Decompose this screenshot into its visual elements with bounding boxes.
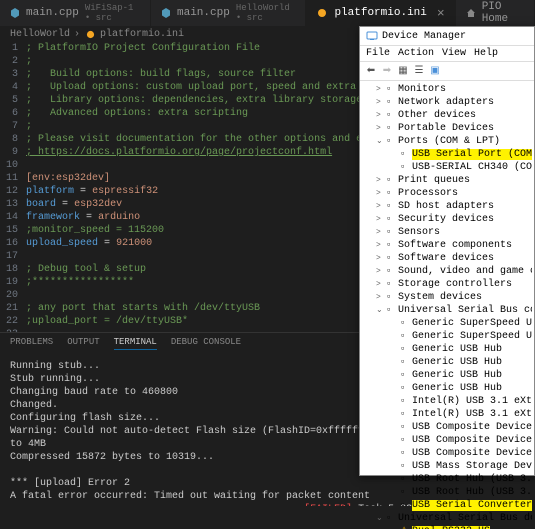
dm-tree-item[interactable]: >▫Sensors xyxy=(362,226,532,239)
dm-tree-item[interactable]: ▫USB Composite Device xyxy=(362,447,532,460)
panel-tab-terminal[interactable]: TERMINAL xyxy=(114,337,157,350)
code-content[interactable]: ; PlatformIO Project Configuration File;… xyxy=(26,42,404,332)
dm-tree-item[interactable]: ⌄▫Universal Serial Bus devices xyxy=(362,512,532,525)
cpp-icon xyxy=(161,7,171,19)
dm-tree-item[interactable]: ▫Generic SuperSpeed USB Hub xyxy=(362,330,532,343)
tab-sublabel: HelloWorld • src xyxy=(236,3,296,23)
close-icon[interactable]: × xyxy=(437,6,445,21)
dm-tree-item[interactable]: >▫SD host adapters xyxy=(362,200,532,213)
tab-label: PIO Home xyxy=(482,1,524,25)
device-manager-window[interactable]: Device Manager File Action View Help ⬅ ➡… xyxy=(359,26,535,476)
dm-tree-item[interactable]: ▫Intel(R) USB 3.1 eXtensible Host Cont xyxy=(362,395,532,408)
home-icon xyxy=(466,7,476,19)
editor-tab-bar: main.cpp WiFiSap-1 • src main.cpp HelloW… xyxy=(0,0,535,26)
forward-icon[interactable]: ➡ xyxy=(380,64,394,78)
tab-main-cpp-2[interactable]: main.cpp HelloWorld • src xyxy=(151,0,306,26)
dm-toolbar: ⬅ ➡ ▦ ☰ ▣ xyxy=(360,62,534,81)
dm-tree-item[interactable]: ▫USB Serial Port (COM26) xyxy=(362,148,532,161)
dm-tree-item[interactable]: >▫Security devices xyxy=(362,213,532,226)
dm-tree-item[interactable]: ▫USB Serial Converter B xyxy=(362,499,532,512)
dm-tree-item[interactable]: >▫Monitors xyxy=(362,83,532,96)
tab-label: main.cpp xyxy=(177,7,230,19)
ini-icon xyxy=(316,7,328,19)
dm-tree-item[interactable]: ▫Generic USB Hub xyxy=(362,356,532,369)
dm-tree-item[interactable]: >▫System devices xyxy=(362,291,532,304)
dm-tree-item[interactable]: ▫USB Root Hub (USB 3.0) xyxy=(362,486,532,499)
tab-main-cpp-1[interactable]: main.cpp WiFiSap-1 • src xyxy=(0,0,151,26)
dm-tree-item[interactable]: >▫Network adapters xyxy=(362,96,532,109)
dm-menu-bar: File Action View Help xyxy=(360,46,534,62)
dm-tree[interactable]: >▫Monitors>▫Network adapters>▫Other devi… xyxy=(360,81,534,529)
dm-menu-view[interactable]: View xyxy=(442,48,466,59)
dm-tree-item[interactable]: ▫USB-SERIAL CH340 (COM6) xyxy=(362,161,532,174)
dm-tree-item[interactable]: ▫Generic USB Hub xyxy=(362,343,532,356)
dm-title-text: Device Manager xyxy=(382,31,466,42)
dm-tree-item[interactable]: ▫Generic USB Hub xyxy=(362,369,532,382)
dm-menu-action[interactable]: Action xyxy=(398,48,434,59)
panel-tab-problems[interactable]: PROBLEMS xyxy=(10,337,53,350)
dm-tree-item[interactable]: >▫Storage controllers xyxy=(362,278,532,291)
dm-tree-item[interactable]: ⚠Dual RS232-HS xyxy=(362,525,532,529)
dm-tree-item[interactable]: ▫USB Mass Storage Device xyxy=(362,460,532,473)
breadcrumb-file[interactable]: platformio.ini xyxy=(100,29,184,40)
tab-platformio-ini[interactable]: platformio.ini × xyxy=(306,0,455,26)
dm-menu-file[interactable]: File xyxy=(366,48,390,59)
dm-tree-item[interactable]: ▫USB Root Hub (USB 3.0) xyxy=(362,473,532,486)
dm-tree-item[interactable]: >▫Software components xyxy=(362,239,532,252)
dm-tree-item[interactable]: ▫USB Composite Device xyxy=(362,434,532,447)
tab-sublabel: WiFiSap-1 • src xyxy=(85,3,140,23)
chevron-right-icon: › xyxy=(74,29,80,40)
dm-tree-item[interactable]: ▫Generic USB Hub xyxy=(362,382,532,395)
dm-tree-item[interactable]: >▫Processors xyxy=(362,187,532,200)
tree-icon[interactable]: ▦ xyxy=(396,64,410,78)
line-gutter: 1234567891011121314151617181920212223242… xyxy=(0,42,26,332)
tab-label: platformio.ini xyxy=(334,7,426,19)
dm-tree-item[interactable]: >▫Print queues xyxy=(362,174,532,187)
dm-tree-item[interactable]: >▫Software devices xyxy=(362,252,532,265)
dm-tree-item[interactable]: ⌄▫Universal Serial Bus controllers xyxy=(362,304,532,317)
back-icon[interactable]: ⬅ xyxy=(364,64,378,78)
panel-tab-debug[interactable]: DEBUG CONSOLE xyxy=(171,337,241,350)
list-icon[interactable]: ☰ xyxy=(412,64,426,78)
tab-pio-home[interactable]: PIO Home xyxy=(456,0,535,26)
dm-tree-item[interactable]: ▫Intel(R) USB 3.1 eXtensible Host Cont xyxy=(362,408,532,421)
tab-label: main.cpp xyxy=(26,7,79,19)
dm-tree-item[interactable]: >▫Sound, video and game controllers xyxy=(362,265,532,278)
breadcrumb-root[interactable]: HelloWorld xyxy=(10,29,70,40)
dm-tree-item[interactable]: >▫Portable Devices xyxy=(362,122,532,135)
dm-app-icon xyxy=(366,30,378,42)
dm-tree-item[interactable]: ▫USB Composite Device xyxy=(362,421,532,434)
panel-tab-output[interactable]: OUTPUT xyxy=(67,337,99,350)
dm-menu-help[interactable]: Help xyxy=(474,48,498,59)
dm-tree-item[interactable]: ⌄▫Ports (COM & LPT) xyxy=(362,135,532,148)
dm-title-bar[interactable]: Device Manager xyxy=(360,27,534,46)
dm-tree-item[interactable]: >▫Other devices xyxy=(362,109,532,122)
ini-icon xyxy=(84,28,96,40)
refresh-icon[interactable]: ▣ xyxy=(428,64,442,78)
cpp-icon xyxy=(10,7,20,19)
dm-tree-item[interactable]: ▫Generic SuperSpeed USB Hub xyxy=(362,317,532,330)
